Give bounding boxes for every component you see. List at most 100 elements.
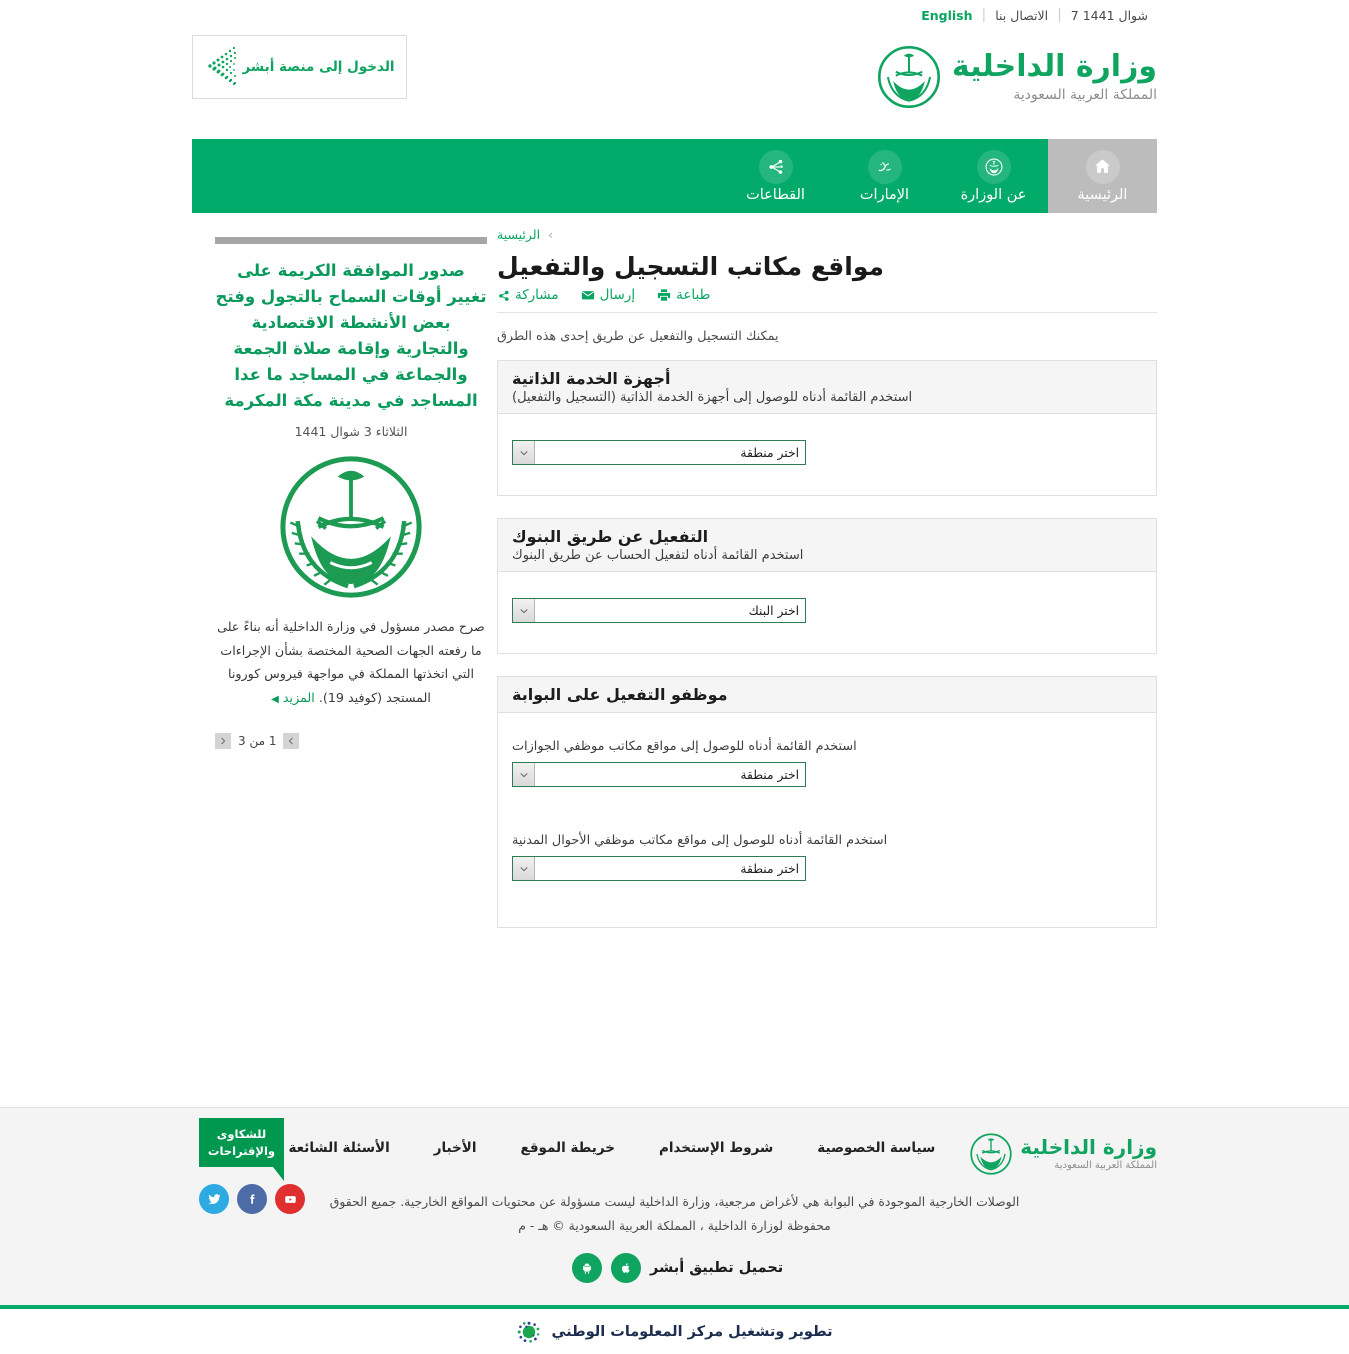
bank-select-value: اختر البنك <box>748 603 799 618</box>
nav-item-emirates[interactable]: الإمارات <box>830 139 939 213</box>
region-select-civil-affairs-value: اختر منطقة <box>740 861 799 876</box>
nav-label-home: الرئيسية <box>1077 186 1128 203</box>
chevron-down-icon <box>513 763 535 786</box>
footer-link-terms-of-use[interactable]: شروط الإستخدام <box>659 1140 773 1156</box>
bank-select[interactable]: اختر البنك <box>512 598 806 623</box>
content-area: الرئيسية ‹ مواقع مكاتب التسجيل والتفعيل … <box>192 213 1157 1073</box>
arrow-left-icon: ◀ <box>271 693 279 705</box>
share-label: مشاركة <box>515 287 559 303</box>
card-body: اختر البنك <box>498 572 1156 653</box>
news-headline[interactable]: صدور الموافقة الكريمة على تغيير أوقات ال… <box>215 258 487 414</box>
brand-logo[interactable]: وزارة الداخلية المملكة العربية السعودية <box>876 30 1157 110</box>
nic-dots-icon <box>516 1319 542 1345</box>
footer-link-news[interactable]: الأخبار <box>434 1140 477 1156</box>
footer-links: سياسة الخصوصية شروط الإستخدام خريطة المو… <box>288 1132 969 1156</box>
footer-brand-logo[interactable]: وزارة الداخلية المملكة العربية السعودية <box>969 1132 1157 1176</box>
youtube-icon[interactable] <box>275 1184 305 1214</box>
top-links: English | الاتصال بنا | 7 شوال 1441 <box>912 7 1157 23</box>
envelope-icon <box>581 288 595 302</box>
card-subtitle: استخدم القائمة أدناه للوصول إلى أجهزة ال… <box>512 390 913 405</box>
news-summary-text: صرح مصدر مسؤول في وزارة الداخلية أنه بنا… <box>217 619 485 705</box>
saudi-emblem-icon <box>876 44 942 110</box>
footer-link-privacy-policy[interactable]: سياسة الخصوصية <box>817 1140 935 1156</box>
top-utility-bar: English | الاتصال بنا | 7 شوال 1441 <box>0 0 1349 30</box>
complaints-line2: والإقتراحات <box>207 1143 276 1158</box>
region-select-self-service-value: اختر منطقة <box>740 445 799 460</box>
site-header: وزارة الداخلية المملكة العربية السعودية … <box>192 30 1157 122</box>
print-button[interactable]: طباعة <box>657 287 710 303</box>
news-pager: 1 من 3 <box>215 733 487 750</box>
saudi-emblem-icon <box>277 453 425 605</box>
news-read-more-link[interactable]: المزيد ◀ <box>271 690 315 705</box>
android-icon[interactable] <box>572 1253 602 1284</box>
nav-label-about-ministry: عن الوزارة <box>960 186 1027 203</box>
nav-item-sectors[interactable]: القطاعات <box>721 139 830 213</box>
page-intro-text: يمكنك التسجيل والتفعيل عن طريق إحدى هذه … <box>497 329 779 344</box>
app-download-label: تحميل تطبيق أبشر <box>650 1260 784 1277</box>
app-download-row: تحميل تطبيق أبشر <box>192 1253 1157 1284</box>
news-pager-text: 1 من 3 <box>238 734 277 749</box>
share-icon <box>497 289 510 302</box>
dotted-chevron-icon <box>204 44 238 90</box>
region-select-civil-affairs[interactable]: اختر منطقة <box>512 856 806 881</box>
card-header: موظفو التفعيل على البوابة <box>498 677 1156 713</box>
region-select-passports-value: اختر منطقة <box>740 767 799 782</box>
printer-icon <box>657 288 671 302</box>
main-column: الرئيسية ‹ مواقع مكاتب التسجيل والتفعيل … <box>497 219 1157 1073</box>
news-emblem <box>215 453 487 605</box>
card-header: التفعيل عن طريق البنوك استخدم القائمة أد… <box>498 519 1156 572</box>
facebook-icon[interactable] <box>237 1184 267 1214</box>
news-prev-button[interactable] <box>283 733 300 750</box>
region-select-passports[interactable]: اختر منطقة <box>512 762 806 787</box>
apple-icon[interactable] <box>611 1253 641 1284</box>
nav-label-sectors: القطاعات <box>746 186 805 203</box>
chevron-down-icon <box>513 857 535 880</box>
breadcrumb-chevron-icon: ‹ <box>548 227 554 242</box>
brand-name-secondary: المملكة العربية السعودية <box>1013 87 1157 103</box>
send-label: إرسال <box>599 287 636 303</box>
contact-us-link[interactable]: الاتصال بنا <box>986 8 1057 23</box>
complaints-suggestions-button[interactable]: للشكاوى والإقتراحات <box>199 1118 284 1182</box>
nav-item-about-ministry[interactable]: عن الوزارة <box>939 139 1048 213</box>
card-header: أجهزة الخدمة الذاتية استخدم القائمة أدنا… <box>498 361 1156 414</box>
site-footer: للشكاوى والإقتراحات وزارة الداخلية الممل… <box>0 1107 1349 1306</box>
news-next-button[interactable] <box>215 733 231 750</box>
language-switch-english[interactable]: English <box>912 8 981 23</box>
nic-credit-text: تطوير وتشغيل مركز المعلومات الوطني <box>551 1323 833 1340</box>
imarat-calligraphy-icon <box>867 149 902 184</box>
share-button[interactable]: مشاركة <box>497 287 559 303</box>
copyright-line-1: الوصلات الخارجية الموجودة في البوابة هي … <box>329 1194 1020 1209</box>
breadcrumb-home-link[interactable]: الرئيسية <box>497 227 540 242</box>
sectors-network-icon <box>758 149 793 184</box>
copyright-text: الوصلات الخارجية الموجودة في البوابة هي … <box>275 1190 1075 1237</box>
main-navigation: الرئيسية عن الوزارة الإمارات القطاعات <box>192 139 1157 213</box>
print-label: طباعة <box>676 287 711 303</box>
card-self-service-devices: أجهزة الخدمة الذاتية استخدم القائمة أدنا… <box>497 360 1157 496</box>
card-portal-activation-staff: موظفو التفعيل على البوابة استخدم القائمة… <box>497 676 1157 928</box>
field-spacer <box>512 787 1142 833</box>
chevron-down-icon <box>513 441 535 464</box>
nav-item-home[interactable]: الرئيسية <box>1048 139 1157 213</box>
civil-affairs-field-label: استخدم القائمة أدناه للوصول إلى مواقع مك… <box>512 833 888 848</box>
twitter-icon[interactable] <box>199 1184 229 1214</box>
card-title: التفعيل عن طريق البنوك <box>512 527 709 546</box>
complaints-bubble-tail <box>273 1167 284 1182</box>
card-title: موظفو التفعيل على البوابة <box>512 685 728 704</box>
absher-platform-button[interactable]: الدخول إلى منصة أبشر <box>192 35 407 99</box>
hijri-date: 7 شوال 1441 <box>1070 7 1148 23</box>
news-top-divider <box>215 237 487 244</box>
footer-link-sitemap[interactable]: خريطة الموقع <box>520 1140 615 1156</box>
footer-link-faq[interactable]: الأسئلة الشائعة <box>288 1140 389 1156</box>
card-title: أجهزة الخدمة الذاتية <box>512 369 671 388</box>
news-date: الثلاثاء 3 شوال 1441 <box>294 424 408 440</box>
news-summary: صرح مصدر مسؤول في وزارة الداخلية أنه بنا… <box>215 615 487 709</box>
footer-top-row: وزارة الداخلية المملكة العربية السعودية <box>192 1132 1157 1176</box>
news-sidebar: صدور الموافقة الكريمة على تغيير أوقات ال… <box>192 219 497 1073</box>
passports-field-label: استخدم القائمة أدناه للوصول إلى مواقع مك… <box>512 739 857 754</box>
page-toolbar: مشاركة إرسال طباعة <box>497 287 1157 313</box>
card-subtitle: استخدم القائمة أدناه لتفعيل الحساب عن طر… <box>512 548 804 563</box>
send-email-button[interactable]: إرسال <box>581 287 636 303</box>
saudi-emblem-icon <box>969 1132 1013 1176</box>
region-select-self-service[interactable]: اختر منطقة <box>512 440 806 465</box>
home-icon <box>1085 149 1120 184</box>
